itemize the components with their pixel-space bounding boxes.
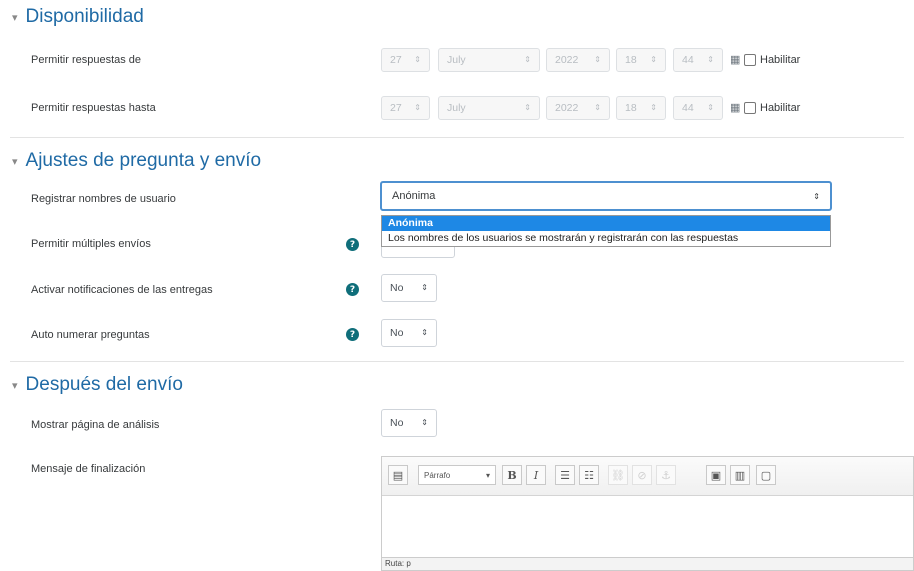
section-title: Después del envío bbox=[25, 374, 183, 395]
until-month-select[interactable]: July ⇕ bbox=[438, 96, 540, 120]
select-arrow-icon: ⇕ bbox=[594, 55, 601, 64]
until-year-select[interactable]: 2022 ⇕ bbox=[546, 96, 610, 120]
select-arrow-icon: ⇕ bbox=[650, 55, 657, 64]
select-arrow-icon: ⇕ bbox=[594, 103, 601, 112]
select-arrow-icon: ⇕ bbox=[421, 283, 428, 292]
from-day-select[interactable]: 27 ⇕ bbox=[381, 48, 430, 72]
checkbox-box[interactable] bbox=[744, 54, 756, 66]
calendar-icon[interactable]: ▦ bbox=[730, 53, 740, 66]
anchor-icon[interactable]: ⚓ bbox=[656, 465, 676, 485]
field-label: Mensaje de finalización bbox=[31, 463, 146, 475]
field-label: Permitir respuestas de bbox=[31, 54, 142, 66]
section-divider bbox=[10, 361, 904, 362]
collapse-caret-icon: ▾ bbox=[12, 379, 18, 392]
section-divider bbox=[10, 137, 904, 138]
section-title: Disponibilidad bbox=[25, 6, 144, 27]
select-arrow-icon: ⇕ bbox=[707, 55, 714, 64]
help-icon[interactable]: ? bbox=[346, 283, 359, 296]
numbered-list-icon[interactable]: ☷ bbox=[579, 465, 599, 485]
until-enable-checkbox[interactable]: Habilitar bbox=[744, 102, 800, 114]
collapse-caret-icon: ▾ bbox=[12, 155, 18, 168]
link-icon[interactable]: ⛓ bbox=[608, 465, 628, 485]
bold-button[interactable]: B bbox=[502, 465, 522, 485]
section-header-availability[interactable]: ▾ Disponibilidad bbox=[12, 6, 144, 28]
analysis-page-select[interactable]: No ⇕ bbox=[381, 409, 437, 437]
field-label: Permitir múltiples envíos bbox=[31, 238, 151, 250]
select-arrow-icon: ⇕ bbox=[524, 55, 531, 64]
from-year-select[interactable]: 2022 ⇕ bbox=[546, 48, 610, 72]
from-enable-checkbox[interactable]: Habilitar bbox=[744, 54, 800, 66]
until-hour-select[interactable]: 18 ⇕ bbox=[616, 96, 666, 120]
help-icon[interactable]: ? bbox=[346, 328, 359, 341]
field-label: Auto numerar preguntas bbox=[31, 329, 150, 341]
paragraph-format-select[interactable]: Párrafo ▾ bbox=[418, 465, 496, 485]
completion-message-editor[interactable]: ▤ Párrafo ▾ B I ☰ ☷ ⛓ ⊘ ⚓ ▣ ▥ ▢ Ruta: p bbox=[381, 456, 914, 571]
field-label: Mostrar página de análisis bbox=[31, 419, 160, 431]
section-title: Ajustes de pregunta y envío bbox=[25, 150, 262, 171]
select-arrow-icon: ⇕ bbox=[421, 418, 428, 427]
editor-toolbar: ▤ Párrafo ▾ B I ☰ ☷ ⛓ ⊘ ⚓ ▣ ▥ ▢ bbox=[382, 457, 913, 496]
select-arrow-icon: ⇕ bbox=[414, 103, 421, 112]
from-minute-select[interactable]: 44 ⇕ bbox=[673, 48, 723, 72]
help-icon[interactable]: ? bbox=[346, 238, 359, 251]
record-usernames-options[interactable]: Anónima Los nombres de los usuarios se m… bbox=[381, 215, 831, 247]
select-arrow-icon: ⇕ bbox=[650, 103, 657, 112]
from-month-select[interactable]: July ⇕ bbox=[438, 48, 540, 72]
checkbox-box[interactable] bbox=[744, 102, 756, 114]
until-day-select[interactable]: 27 ⇕ bbox=[381, 96, 430, 120]
from-hour-select[interactable]: 18 ⇕ bbox=[616, 48, 666, 72]
toolbar-toggle-icon[interactable]: ▤ bbox=[388, 465, 408, 485]
media-icon[interactable]: ▥ bbox=[730, 465, 750, 485]
unlink-icon[interactable]: ⊘ bbox=[632, 465, 652, 485]
italic-button[interactable]: I bbox=[526, 465, 546, 485]
until-minute-select[interactable]: 44 ⇕ bbox=[673, 96, 723, 120]
auto-number-select[interactable]: No ⇕ bbox=[381, 319, 437, 347]
select-arrow-icon: ⇕ bbox=[421, 328, 428, 337]
section-header-question-settings[interactable]: ▾ Ajustes de pregunta y envío bbox=[12, 150, 261, 172]
option-show-names[interactable]: Los nombres de los usuarios se mostrarán… bbox=[382, 231, 830, 246]
dropdown-arrow-icon: ▾ bbox=[485, 470, 490, 480]
field-label: Activar notificaciones de las entregas bbox=[31, 284, 213, 296]
editor-path-status: Ruta: p bbox=[382, 557, 913, 570]
select-arrow-icon: ⇕ bbox=[813, 191, 820, 201]
image-icon[interactable]: ▣ bbox=[706, 465, 726, 485]
field-label: Registrar nombres de usuario bbox=[31, 193, 176, 205]
select-arrow-icon: ⇕ bbox=[414, 55, 421, 64]
paste-icon[interactable]: ▢ bbox=[756, 465, 776, 485]
notifications-select[interactable]: No ⇕ bbox=[381, 274, 437, 302]
select-arrow-icon: ⇕ bbox=[524, 103, 531, 112]
field-label: Permitir respuestas hasta bbox=[31, 102, 156, 114]
record-usernames-select[interactable]: Anónima ⇕ bbox=[380, 181, 832, 211]
calendar-icon[interactable]: ▦ bbox=[730, 101, 740, 114]
option-anonymous[interactable]: Anónima bbox=[382, 216, 830, 231]
bullet-list-icon[interactable]: ☰ bbox=[555, 465, 575, 485]
section-header-after-submit[interactable]: ▾ Después del envío bbox=[12, 374, 183, 396]
collapse-caret-icon: ▾ bbox=[12, 11, 18, 24]
select-arrow-icon: ⇕ bbox=[707, 103, 714, 112]
